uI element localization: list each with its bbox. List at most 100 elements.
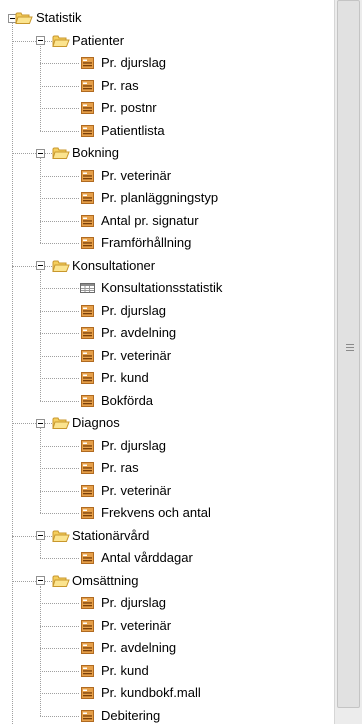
tree-guide-line <box>45 535 52 537</box>
tree-guide-line <box>40 333 79 334</box>
tree-guide-line <box>40 715 79 717</box>
tree-guide-line <box>40 220 79 222</box>
folder-open-icon <box>52 574 70 588</box>
vertical-scrollbar[interactable] <box>334 0 362 724</box>
tree-guide-line <box>45 423 52 424</box>
tree-guide-line <box>40 603 79 604</box>
tree-guide-line <box>40 108 79 109</box>
report-icon <box>80 439 95 453</box>
tree-leaf-label: Pr. kund <box>101 370 149 385</box>
tree-guide-line <box>40 270 41 401</box>
folder-open-icon <box>15 11 33 25</box>
collapse-toggle-icon[interactable] <box>36 418 45 428</box>
tree-leaf-label: Pr. djurslag <box>101 302 167 318</box>
tree-guide-line <box>40 540 41 558</box>
tree-guide-line <box>40 288 79 289</box>
tree-leaf-label: Framförhållning <box>101 235 192 250</box>
tree-node-label: Omsättning <box>72 572 139 588</box>
tree-guide-line <box>40 585 41 716</box>
scrollbar-thumb[interactable] <box>337 0 360 708</box>
tree-leaf-label: Pr. djurslag <box>101 595 167 610</box>
collapse-toggle-icon[interactable] <box>36 531 45 540</box>
tree-node-statistik[interactable]: Statistik <box>0 7 334 29</box>
tree-leaf-label: Patientlista <box>101 122 165 138</box>
tree-leaf-label: Pr. ras <box>101 77 139 93</box>
tree-guide-line <box>40 175 79 177</box>
tree-node-label: Stationärvård <box>72 527 150 543</box>
tree-guide-line <box>12 535 36 537</box>
tree-guide-line <box>40 428 41 513</box>
tree-guide-line <box>40 490 79 492</box>
tree-leaf-label: Pr. veterinär <box>101 482 172 498</box>
tree-guide-line <box>40 670 79 672</box>
tree-leaf-label: Pr. kund <box>101 662 149 678</box>
tree-guide-line <box>40 693 79 694</box>
tree-guide-line <box>40 243 79 244</box>
tree-guide-line <box>12 23 13 724</box>
scrollbar-grip-icon <box>346 344 354 351</box>
tree-guide-line <box>40 445 79 447</box>
tree-view[interactable]: Statistik Patienter Pr. djurslag Pr. ras… <box>0 0 334 724</box>
tree-node-label: Bokning <box>72 145 119 160</box>
tree-guide-line <box>12 40 36 42</box>
tree-node-label: Patienter <box>72 32 125 48</box>
tree-leaf-label: Frekvens och antal <box>101 505 211 520</box>
table-icon <box>80 281 95 295</box>
tree-guide-line <box>45 580 52 582</box>
tree-leaf-label: Bokförda <box>101 392 154 408</box>
collapse-toggle-icon[interactable] <box>36 148 45 158</box>
tree-guide-line <box>40 468 79 469</box>
tree-leaf-label: Pr. avdelning <box>101 325 177 340</box>
tree-leaf-label: Pr. veterinär <box>101 347 172 363</box>
tree-guide-line <box>40 63 79 64</box>
tree-node-label: Diagnos <box>72 415 120 430</box>
tree-guide-line <box>40 45 41 131</box>
report-icon <box>80 191 95 205</box>
report-icon <box>80 461 95 475</box>
tree-guide-line <box>40 355 79 357</box>
tree-leaf-label: Pr. avdelning <box>101 640 177 655</box>
folder-open-icon <box>52 259 70 273</box>
tree-leaf-label: Konsultationsstatistik <box>101 280 223 295</box>
tree-guide-line <box>12 423 36 424</box>
report-icon <box>80 326 95 340</box>
report-icon <box>80 686 95 700</box>
report-icon <box>80 641 95 655</box>
folder-open-icon <box>52 146 70 160</box>
report-icon <box>80 101 95 115</box>
report-icon <box>80 709 95 723</box>
tree-guide-line <box>12 265 36 267</box>
tree-leaf-label: Pr. djurslag <box>101 437 167 453</box>
tree-leaf-label: Pr. ras <box>101 460 139 475</box>
tree-guide-line <box>45 265 52 267</box>
tree-guide-line <box>40 130 79 132</box>
collapse-toggle-icon[interactable] <box>36 576 45 585</box>
report-icon <box>80 551 95 565</box>
report-icon <box>80 214 95 228</box>
report-icon <box>80 124 95 138</box>
collapse-toggle-icon[interactable] <box>36 261 45 270</box>
tree-leaf-label: Pr. postnr <box>101 100 157 115</box>
report-icon <box>80 371 95 385</box>
tree-guide-line <box>40 648 79 649</box>
tree-guide-line <box>40 158 41 243</box>
report-icon <box>80 484 95 498</box>
report-icon <box>80 236 95 250</box>
tree-guide-line <box>40 625 79 627</box>
tree-guide-line <box>12 153 36 154</box>
report-icon <box>80 506 95 520</box>
tree-guide-line <box>40 400 79 402</box>
tree-leaf-debitering[interactable]: Debitering <box>0 705 334 724</box>
tree-node-label: Statistik <box>36 10 82 25</box>
tree-guide-line <box>45 153 52 154</box>
report-icon <box>80 56 95 70</box>
report-icon <box>80 619 95 633</box>
tree-leaf-label: Pr. veterinär <box>101 617 172 633</box>
report-icon <box>80 596 95 610</box>
tree-guide-line <box>40 513 79 514</box>
collapse-toggle-icon[interactable] <box>36 36 45 45</box>
folder-open-icon <box>52 34 70 48</box>
report-icon <box>80 664 95 678</box>
folder-open-icon <box>52 529 70 543</box>
tree-leaf-label: Antal vårddagar <box>101 550 193 565</box>
